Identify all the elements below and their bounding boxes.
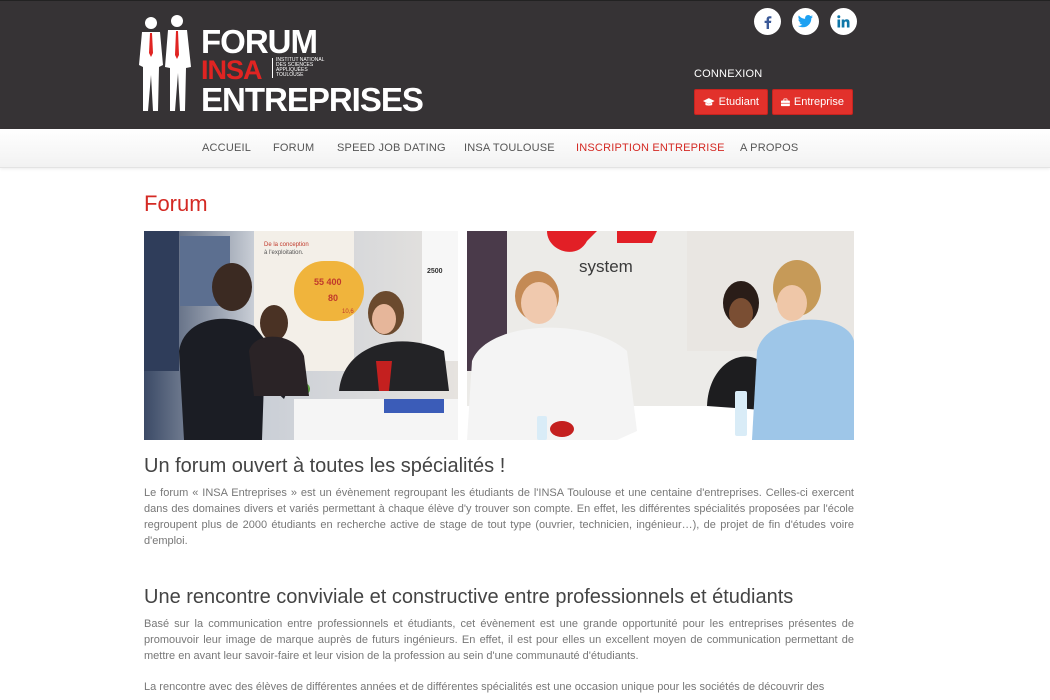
poster-stat-1: 55 400 [314, 277, 342, 287]
business-people-logo-icon [139, 15, 191, 111]
poster-badge: 2500 [427, 268, 443, 275]
nav-item-insa-toulouse[interactable]: INSA TOULOUSE [464, 142, 555, 154]
nav-item-forum[interactable]: FORUM [273, 142, 314, 154]
poster-logo-text: system [579, 257, 633, 276]
forum-photo-left: De la conception à l'exploitation. 55 40… [144, 231, 458, 440]
poster-stat-2: 80 [328, 293, 338, 303]
company-login-button[interactable]: Entreprise [772, 89, 853, 115]
nav-item-speed-job-dating[interactable]: SPEED JOB DATING [337, 142, 446, 154]
briefcase-icon [781, 97, 790, 106]
logo-forum-text: FORUM [201, 23, 318, 60]
section-heading-specialites: Un forum ouvert à toutes les spécialités… [144, 455, 506, 477]
linkedin-link[interactable] [830, 8, 857, 35]
site-header: FORUM INSA INSTITUT NATIONAL DES SCIENCE… [0, 0, 1050, 129]
forum-photo-right: system [467, 231, 854, 440]
section-text-rencontre: Basé sur la communication entre professi… [144, 618, 854, 662]
company-login-label: Entreprise [793, 96, 844, 108]
page-title: Forum [144, 191, 208, 216]
main-nav: ACCUEIL FORUM SPEED JOB DATING INSA TOUL… [0, 129, 1050, 168]
poster-text-1: De la conception [264, 242, 309, 248]
facebook-icon [764, 15, 771, 29]
twitter-icon [798, 15, 813, 28]
graduation-cap-icon [703, 97, 715, 106]
student-login-button[interactable]: Etudiant [694, 89, 768, 115]
nav-item-accueil[interactable]: ACCUEIL [202, 142, 251, 154]
poster-stat-3: 10,6 [342, 309, 354, 315]
poster-text-2: à l'exploitation. [264, 250, 304, 256]
linkedin-icon [837, 15, 850, 28]
facebook-link[interactable] [754, 8, 781, 35]
section-text-rencontre-2: La rencontre avec des élèves de différen… [144, 681, 825, 693]
login-title: CONNEXION [694, 68, 763, 80]
logo-insa-text: INSA [201, 55, 263, 85]
logo-entreprises-text: ENTREPRISES [201, 81, 424, 118]
nav-item-inscription-entreprise[interactable]: INSCRIPTION ENTREPRISE [576, 142, 725, 154]
twitter-link[interactable] [792, 8, 819, 35]
section-text-specialites: Le forum « INSA Entreprises » est un évè… [144, 487, 854, 547]
student-login-label: Etudiant [718, 96, 759, 108]
logo-tagline: INSTITUT NATIONAL DES SCIENCES APPLIQUÉE… [272, 58, 332, 78]
section-heading-rencontre: Une rencontre conviviale et constructive… [144, 586, 794, 608]
site-logo[interactable]: FORUM INSA INSTITUT NATIONAL DES SCIENCE… [137, 15, 442, 118]
nav-item-a-propos[interactable]: A PROPOS [740, 142, 798, 154]
